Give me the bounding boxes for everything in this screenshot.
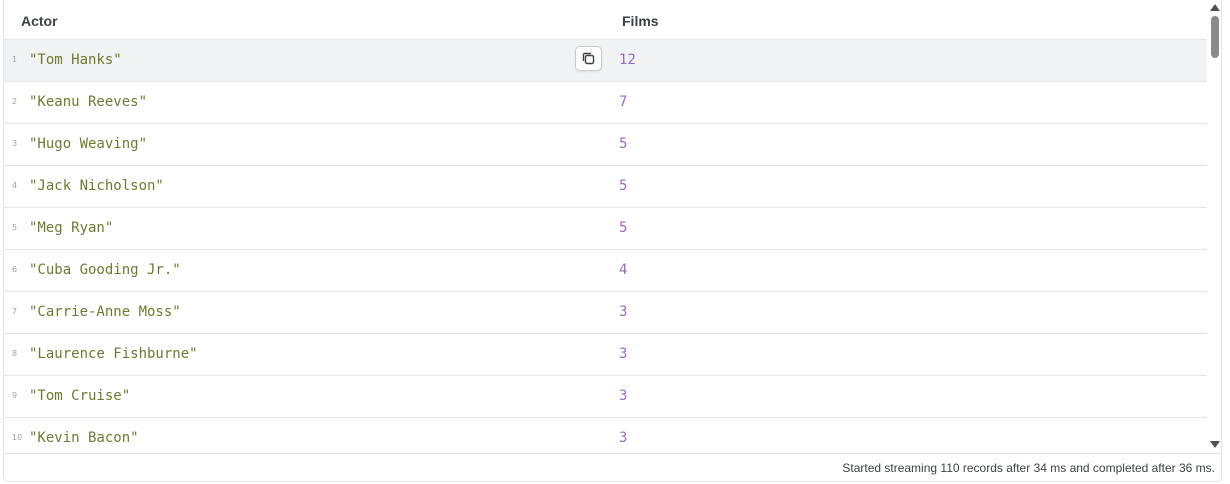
table-row[interactable]: 4 "Jack Nicholson" 5 <box>4 166 1207 208</box>
cell-films[interactable]: 4 <box>619 262 627 278</box>
table-header: Actor Films <box>4 0 1207 40</box>
table-row[interactable]: 3 "Hugo Weaving" 5 <box>4 124 1207 166</box>
table-row[interactable]: 9 "Tom Cruise" 3 <box>4 376 1207 418</box>
cell-films[interactable]: 3 <box>619 304 627 320</box>
cell-actor[interactable]: "Laurence Fishburne" <box>29 346 198 362</box>
scroll-up-arrow[interactable] <box>1210 4 1220 11</box>
status-bar: Started streaming 110 records after 34 m… <box>4 453 1221 481</box>
row-number: 10 <box>12 433 23 442</box>
copy-button[interactable] <box>575 46 602 71</box>
table-row[interactable]: 5 "Meg Ryan" 5 <box>4 208 1207 250</box>
cell-actor[interactable]: "Hugo Weaving" <box>29 136 147 152</box>
table-row[interactable]: 1 "Tom Hanks" 12 <box>4 40 1207 82</box>
row-number: 5 <box>12 223 18 232</box>
cell-actor[interactable]: "Tom Hanks" <box>29 52 122 68</box>
row-number: 4 <box>12 181 18 190</box>
cell-films[interactable]: 12 <box>619 52 636 68</box>
table-row[interactable]: 6 "Cuba Gooding Jr." 4 <box>4 250 1207 292</box>
row-number: 8 <box>12 349 18 358</box>
vertical-scrollbar[interactable] <box>1207 0 1221 453</box>
scroll-thumb[interactable] <box>1211 16 1219 58</box>
row-number: 6 <box>12 265 18 274</box>
row-number: 7 <box>12 307 18 316</box>
cell-films[interactable]: 7 <box>619 94 627 110</box>
cell-films[interactable]: 3 <box>619 346 627 362</box>
cell-actor[interactable]: "Jack Nicholson" <box>29 178 164 194</box>
row-number: 3 <box>12 139 18 148</box>
cell-actor[interactable]: "Carrie-Anne Moss" <box>29 304 181 320</box>
table-body: 1 "Tom Hanks" 12 2 "Keanu Reeves" 7 3 "Hugo Wea… <box>4 40 1207 453</box>
scroll-down-arrow[interactable] <box>1210 441 1220 448</box>
cell-actor[interactable]: "Meg Ryan" <box>29 220 113 236</box>
copy-icon <box>582 52 595 65</box>
status-text: Started streaming 110 records after 34 m… <box>842 461 1215 475</box>
table-row[interactable]: 8 "Laurence Fishburne" 3 <box>4 334 1207 376</box>
cell-films[interactable]: 5 <box>619 178 627 194</box>
cell-films[interactable]: 5 <box>619 220 627 236</box>
cell-actor[interactable]: "Tom Cruise" <box>29 388 130 404</box>
table-row[interactable]: 2 "Keanu Reeves" 7 <box>4 82 1207 124</box>
row-number: 9 <box>12 391 18 400</box>
table-row[interactable]: 10 "Kevin Bacon" 3 <box>4 418 1207 453</box>
cell-films[interactable]: 3 <box>619 388 627 404</box>
cell-actor[interactable]: "Cuba Gooding Jr." <box>29 262 181 278</box>
cell-actor[interactable]: "Kevin Bacon" <box>29 430 139 446</box>
row-number: 2 <box>12 97 18 106</box>
table-row[interactable]: 7 "Carrie-Anne Moss" 3 <box>4 292 1207 334</box>
cell-films[interactable]: 3 <box>619 430 627 446</box>
row-number: 1 <box>12 55 18 64</box>
cell-actor[interactable]: "Keanu Reeves" <box>29 94 147 110</box>
column-header-actor[interactable]: Actor <box>21 13 58 29</box>
column-header-films[interactable]: Films <box>622 13 659 29</box>
cell-films[interactable]: 5 <box>619 136 627 152</box>
result-panel: Actor Films 1 "Tom Hanks" 12 2 "Keanu Reeves… <box>3 0 1222 482</box>
